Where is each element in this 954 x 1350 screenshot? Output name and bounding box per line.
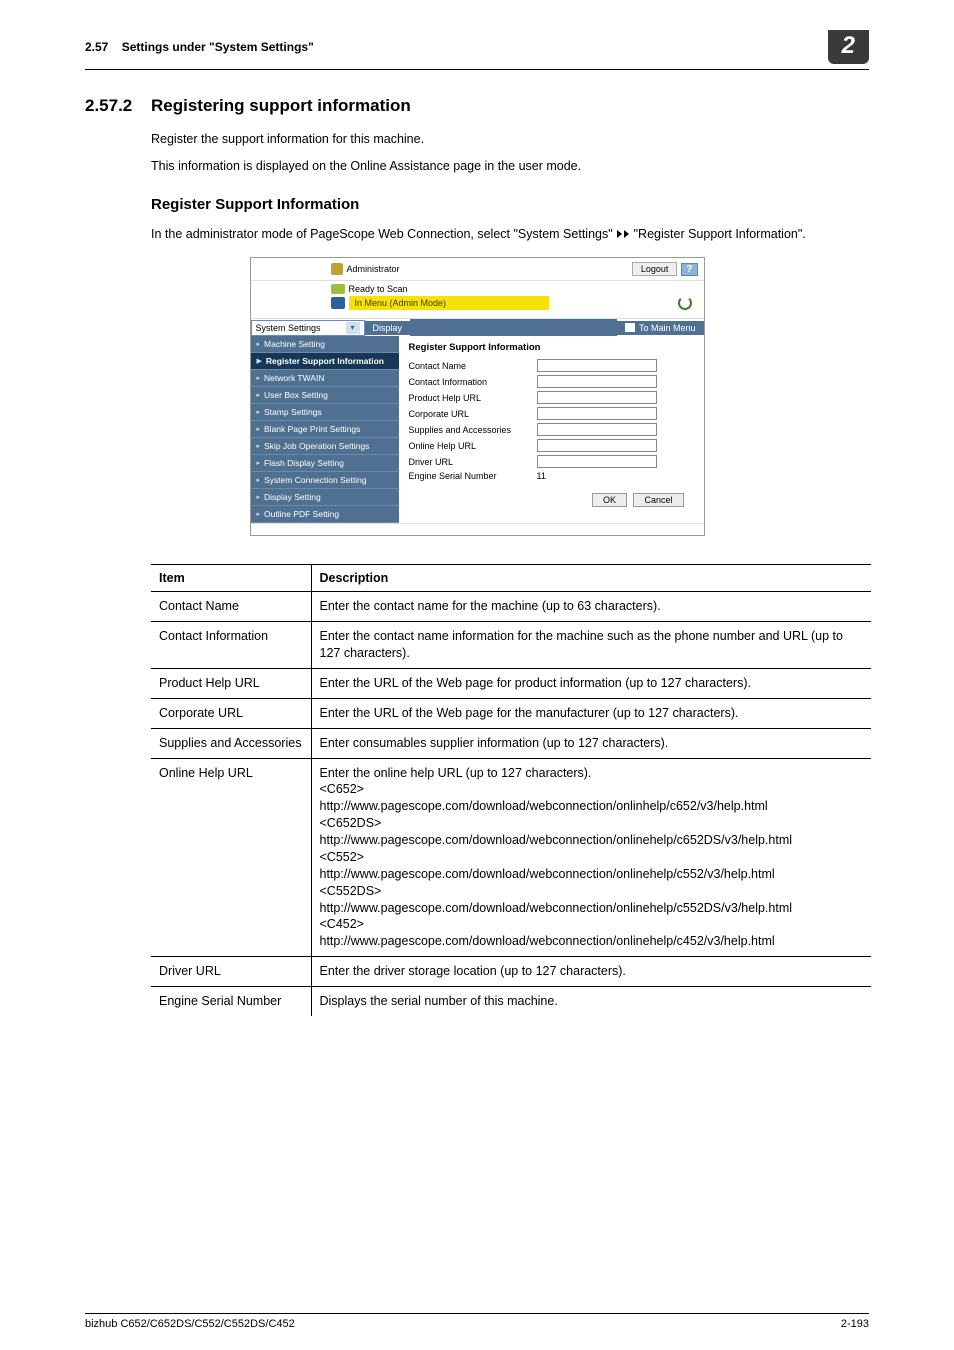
cell-item: Online Help URL — [151, 758, 311, 957]
chapter-badge: 2 — [828, 30, 869, 64]
th-item: Item — [151, 565, 311, 592]
menu-status-icon — [331, 297, 345, 309]
nav-item-system-connection[interactable]: ▸System Connection Setting — [251, 472, 399, 489]
intro-paragraph-2: This information is displayed on the Onl… — [151, 157, 869, 176]
nav-item-stamp[interactable]: ▸Stamp Settings — [251, 404, 399, 421]
category-select-value: System Settings — [256, 323, 321, 333]
cell-item: Supplies and Accessories — [151, 728, 311, 758]
nav-item-flash-display[interactable]: ▸Flash Display Setting — [251, 455, 399, 472]
input-corporate-url[interactable] — [537, 407, 657, 420]
table-row: Driver URLEnter the driver storage locat… — [151, 957, 871, 987]
shot-toolbar: System Settings ▾ Display To Main Menu — [251, 319, 704, 336]
intro-paragraph-1: Register the support information for thi… — [151, 130, 869, 149]
cell-desc: Enter the online help URL (up to 127 cha… — [311, 758, 871, 957]
section-heading: 2.57.2 Registering support information — [85, 96, 869, 116]
cell-desc: Enter the contact name information for t… — [311, 622, 871, 669]
field-label-online-help: Online Help URL — [409, 441, 537, 451]
cell-item: Driver URL — [151, 957, 311, 987]
section-number: 2.57.2 — [85, 96, 151, 116]
nav-item-skip-job[interactable]: ▸Skip Job Operation Settings — [251, 438, 399, 455]
admin-icon — [331, 263, 343, 275]
form-title: Register Support Information — [409, 342, 694, 353]
cell-desc: Enter consumables supplier information (… — [311, 728, 871, 758]
input-supplies[interactable] — [537, 423, 657, 436]
nav-item-machine-setting[interactable]: ▸Machine Setting — [251, 336, 399, 353]
description-table: Item Description Contact NameEnter the c… — [151, 564, 871, 1016]
table-row: Supplies and AccessoriesEnter consumable… — [151, 728, 871, 758]
field-label-driver-url: Driver URL — [409, 457, 537, 467]
nav-item-blank-page[interactable]: ▸Blank Page Print Settings — [251, 421, 399, 438]
page-footer: bizhub C652/C652DS/C552/C552DS/C452 2-19… — [85, 1313, 869, 1330]
cell-item: Product Help URL — [151, 668, 311, 698]
refresh-icon[interactable] — [678, 296, 692, 310]
cell-desc: Enter the URL of the Web page for the ma… — [311, 698, 871, 728]
shot-status-area: Ready to Scan In Menu (Admin Mode) — [251, 281, 704, 319]
table-row: Corporate URLEnter the URL of the Web pa… — [151, 698, 871, 728]
field-label-supplies: Supplies and Accessories — [409, 425, 537, 435]
cell-item: Contact Name — [151, 592, 311, 622]
header-section-ref: 2.57 — [85, 40, 108, 54]
logout-button[interactable]: Logout — [632, 262, 678, 276]
input-contact-name[interactable] — [537, 359, 657, 372]
help-button[interactable]: ? — [681, 263, 697, 276]
page-header: 2.57 Settings under "System Settings" 2 — [85, 30, 869, 70]
serial-value: 11 — [537, 471, 546, 481]
cancel-button[interactable]: Cancel — [633, 493, 683, 507]
th-description: Description — [311, 565, 871, 592]
admin-label: Administrator — [347, 264, 400, 274]
footer-left: bizhub C652/C652DS/C552/C552DS/C452 — [85, 1318, 295, 1330]
side-nav: ▸Machine Setting ▶Register Support Infor… — [251, 336, 399, 523]
subsection-body-prefix: In the administrator mode of PageScope W… — [151, 227, 616, 241]
subsection-body-suffix: "Register Support Information". — [634, 227, 806, 241]
display-button[interactable]: Display — [365, 321, 411, 335]
footer-right: 2-193 — [841, 1318, 869, 1330]
field-label-corporate-url: Corporate URL — [409, 409, 537, 419]
screenshot: Administrator Logout ? Ready to Scan In … — [250, 257, 705, 536]
table-row: Contact InformationEnter the contact nam… — [151, 622, 871, 669]
table-row: Engine Serial NumberDisplays the serial … — [151, 987, 871, 1016]
input-product-help[interactable] — [537, 391, 657, 404]
cell-item: Corporate URL — [151, 698, 311, 728]
cell-desc: Displays the serial number of this machi… — [311, 987, 871, 1016]
nav-item-network-twain[interactable]: ▸Network TWAIN — [251, 370, 399, 387]
header-section-label: 2.57 Settings under "System Settings" — [85, 40, 314, 54]
nav-item-register-support[interactable]: ▶Register Support Information — [251, 353, 399, 370]
field-label-product-help: Product Help URL — [409, 393, 537, 403]
table-row: Product Help URLEnter the URL of the Web… — [151, 668, 871, 698]
cell-item: Contact Information — [151, 622, 311, 669]
form-panel: Register Support Information Contact Nam… — [399, 336, 704, 523]
cell-desc: Enter the URL of the Web page for produc… — [311, 668, 871, 698]
input-online-help[interactable] — [537, 439, 657, 452]
shot-top-bar: Administrator Logout ? — [251, 258, 704, 281]
to-main-menu-label: To Main Menu — [639, 323, 696, 333]
table-row: Contact NameEnter the contact name for t… — [151, 592, 871, 622]
arrow-icon — [624, 230, 629, 238]
input-contact-info[interactable] — [537, 375, 657, 388]
input-driver-url[interactable] — [537, 455, 657, 468]
chevron-down-icon: ▾ — [346, 322, 360, 334]
subsection-body: In the administrator mode of PageScope W… — [151, 225, 869, 244]
nav-item-outline-pdf[interactable]: ▸Outline PDF Setting — [251, 506, 399, 523]
cell-item: Engine Serial Number — [151, 987, 311, 1016]
nav-item-user-box[interactable]: ▸User Box Setting — [251, 387, 399, 404]
admin-mode-banner: In Menu (Admin Mode) — [349, 296, 549, 310]
field-label-contact-name: Contact Name — [409, 361, 537, 371]
field-label-contact-info: Contact Information — [409, 377, 537, 387]
nav-item-display-setting[interactable]: ▸Display Setting — [251, 489, 399, 506]
main-menu-icon — [625, 323, 635, 332]
printer-status-icon — [331, 284, 345, 294]
field-label-serial: Engine Serial Number — [409, 471, 537, 481]
ready-label: Ready to Scan — [349, 284, 408, 294]
subsection-title: Register Support Information — [151, 196, 869, 213]
category-select[interactable]: System Settings ▾ — [251, 320, 365, 336]
header-section-text: Settings under "System Settings" — [122, 40, 314, 54]
ok-button[interactable]: OK — [592, 493, 627, 507]
to-main-menu-button[interactable]: To Main Menu — [617, 321, 704, 335]
cell-desc: Enter the driver storage location (up to… — [311, 957, 871, 987]
cell-desc: Enter the contact name for the machine (… — [311, 592, 871, 622]
table-row: Online Help URLEnter the online help URL… — [151, 758, 871, 957]
section-title: Registering support information — [151, 96, 411, 116]
arrow-icon — [617, 230, 622, 238]
section-intro: Register the support information for thi… — [151, 130, 869, 176]
